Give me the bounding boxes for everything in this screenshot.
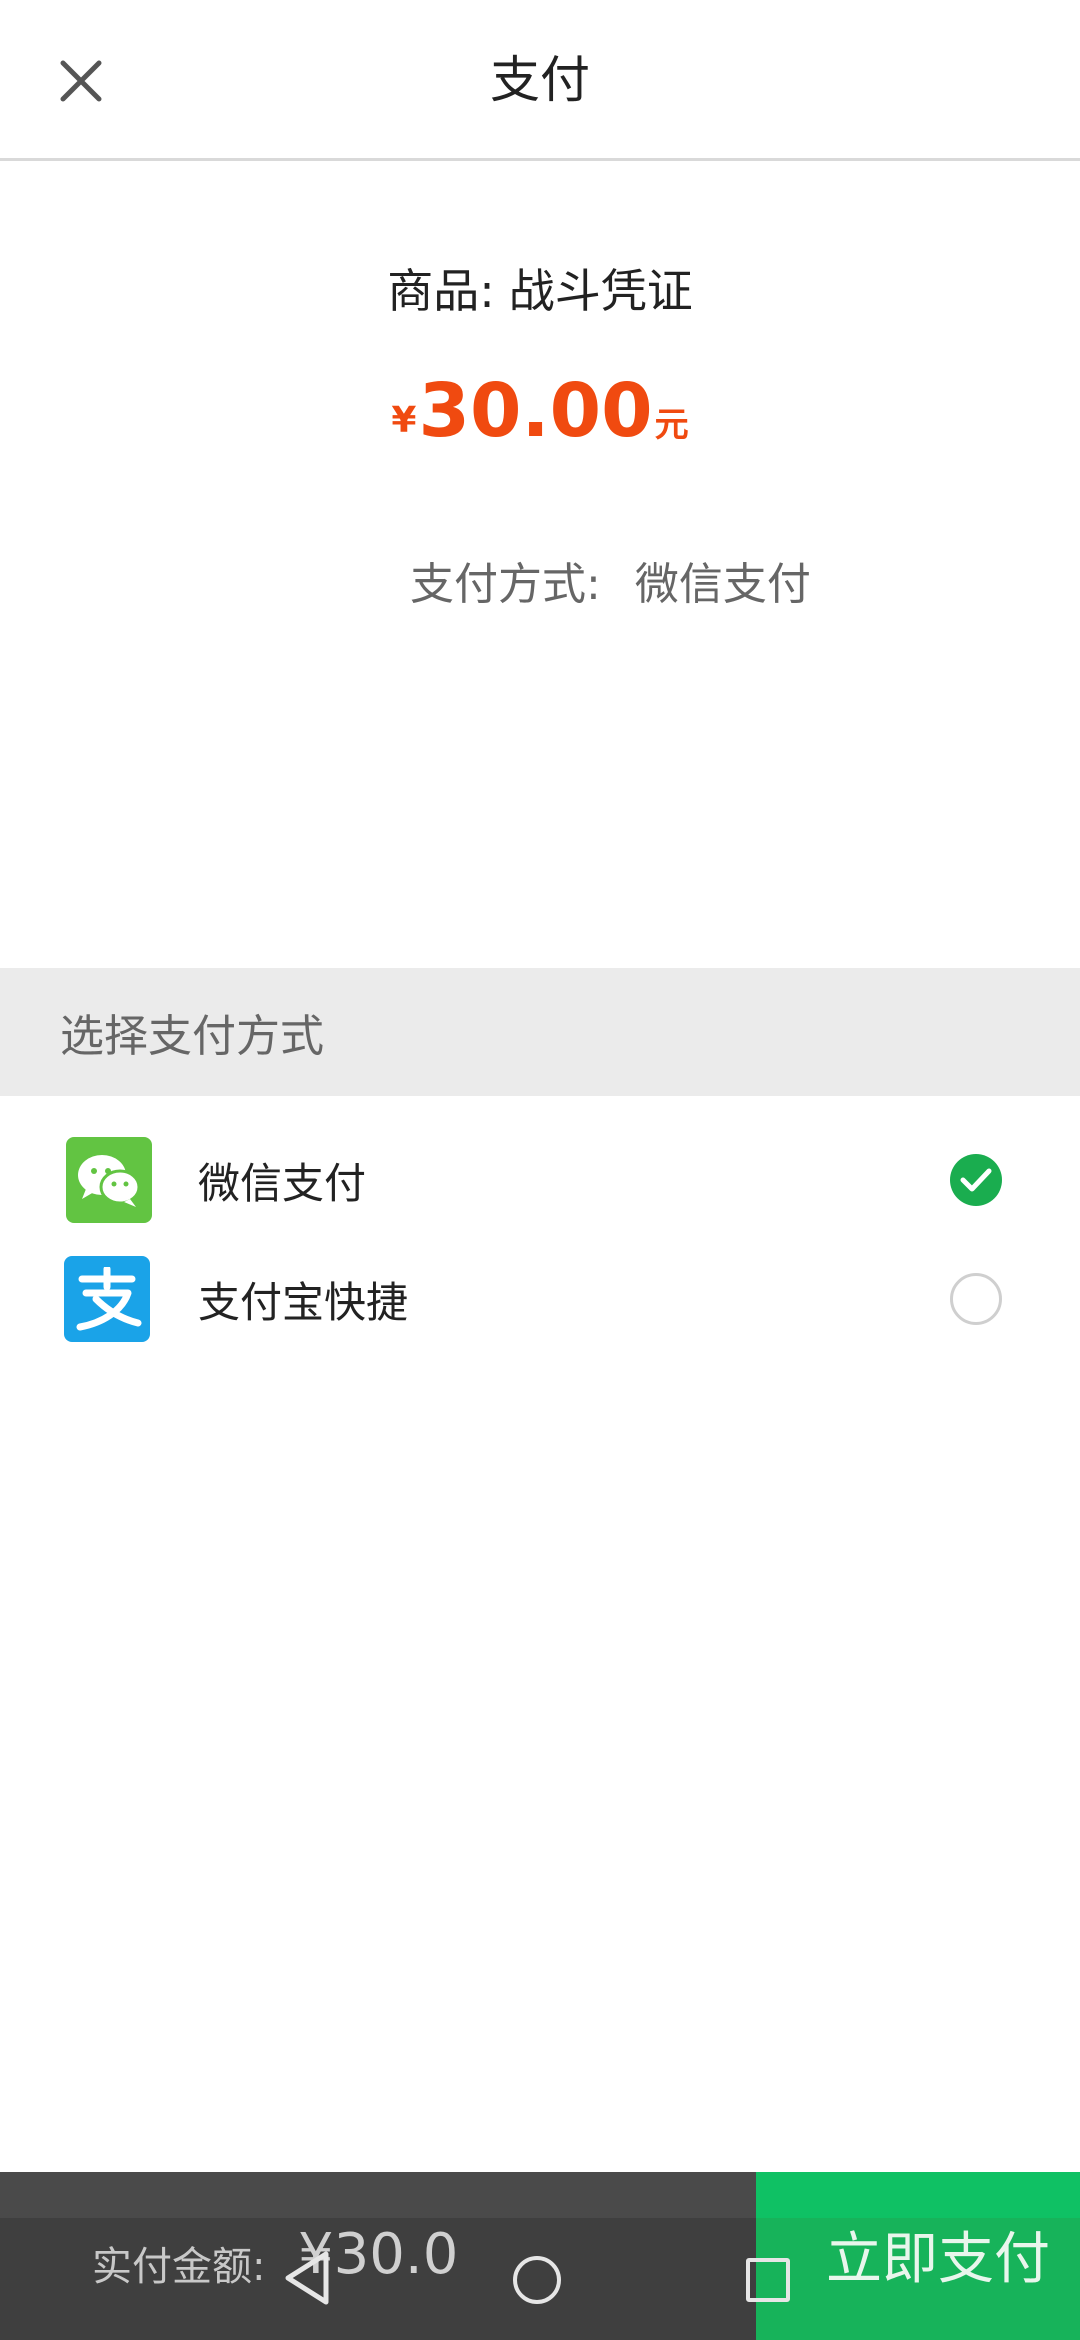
payment-option-alipay[interactable]: 支付宝快捷 xyxy=(0,1244,1080,1354)
checkout-bar: 实付金额: ¥30.0 立即支付 xyxy=(0,2172,1080,2340)
checkmark-icon xyxy=(960,1168,992,1192)
amount-value: 30.00 xyxy=(418,368,653,454)
product-name: 战斗凭证 xyxy=(508,264,693,318)
page-title: 支付 xyxy=(490,51,590,109)
payment-section-title: 选择支付方式 xyxy=(60,1011,324,1062)
product-line: 商品: 战斗凭证 xyxy=(0,255,1080,321)
payment-section-header: 选择支付方式 xyxy=(0,968,1080,1096)
method-value: 微信支付 xyxy=(634,559,811,610)
order-amount: ¥30.00元 xyxy=(0,368,1080,454)
payment-option-label: 微信支付 xyxy=(198,1158,367,1208)
radio-selected[interactable] xyxy=(950,1154,1002,1206)
method-label: 支付方式: xyxy=(410,559,601,610)
payment-option-wechat[interactable]: 微信支付 xyxy=(0,1125,1080,1235)
pay-now-button[interactable]: 立即支付 xyxy=(756,2172,1080,2340)
total-label: 实付金额: xyxy=(92,2244,266,2290)
payment-option-label: 支付宝快捷 xyxy=(198,1277,409,1327)
currency-symbol: ¥ xyxy=(391,400,417,441)
amount-unit: 元 xyxy=(654,405,689,445)
alipay-icon xyxy=(64,1256,150,1342)
selected-method-line: 支付方式: 微信支付 xyxy=(410,548,811,612)
product-label: 商品: xyxy=(387,264,495,318)
radio-unselected[interactable] xyxy=(950,1273,1002,1325)
wechat-icon xyxy=(66,1137,152,1223)
pay-now-label: 立即支付 xyxy=(826,2227,1050,2292)
top-bar: 支付 xyxy=(0,0,1080,161)
total-value: ¥30.0 xyxy=(298,2222,459,2287)
